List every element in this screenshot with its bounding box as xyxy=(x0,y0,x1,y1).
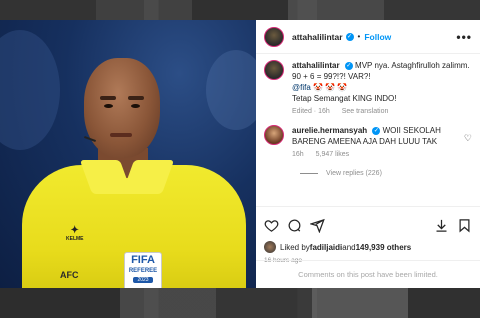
more-options-icon[interactable]: ••• xyxy=(456,30,472,44)
author-avatar[interactable] xyxy=(264,26,284,47)
caption-line-2[interactable]: @fifa 🤡 🤡 🤡 xyxy=(292,83,347,92)
separator-dot: • xyxy=(357,32,361,41)
brand-icon: ✦ xyxy=(70,225,79,236)
background-top-strip xyxy=(0,0,480,20)
caption-edited-time: Edited · 16h xyxy=(292,108,330,115)
post-image[interactable]: ✦ KELME AFC FIFA REFEREE 2023 xyxy=(0,20,256,288)
replies-divider xyxy=(300,173,318,174)
liked-by-count[interactable]: 149,939 others xyxy=(356,243,412,252)
mouth xyxy=(110,133,132,137)
liked-by-row: Liked by fadiljaidi and 149,939 others xyxy=(264,241,472,253)
caption-meta: Edited · 16h See translation xyxy=(292,108,472,115)
verified-icon: ✓ xyxy=(372,126,381,135)
eyebrow xyxy=(100,96,116,100)
comment-meta: 16h 5,947 likes xyxy=(292,151,460,158)
commenter-username[interactable]: aurelie.hermansyah xyxy=(292,126,367,135)
comments-section[interactable]: attahalilintar ✓ MVP nya. Astaghfirulloh… xyxy=(256,54,480,206)
badge-subtitle: REFEREE xyxy=(128,268,158,274)
eyebrow xyxy=(128,96,144,100)
download-icon[interactable] xyxy=(434,218,449,233)
action-icons xyxy=(264,217,472,233)
badge-title: FIFA xyxy=(131,254,155,266)
action-icons-right xyxy=(434,218,472,233)
comment-time: 16h xyxy=(292,151,304,158)
caption: attahalilintar ✓ MVP nya. Astaghfirulloh… xyxy=(264,60,472,115)
comment-item: aurelie.hermansyah ✓ WOII SEKOLAH BARENG… xyxy=(264,125,472,158)
view-replies-button[interactable]: View replies (226) xyxy=(300,170,472,177)
liked-by-prefix: Liked by xyxy=(280,242,310,252)
background-bottom-strip xyxy=(0,288,480,318)
follow-button[interactable]: Follow xyxy=(364,32,391,42)
caption-username[interactable]: attahalilintar xyxy=(292,61,340,70)
comment-likes[interactable]: 5,947 likes xyxy=(316,151,349,158)
verified-icon: ✓ xyxy=(344,61,353,70)
caption-line-3: Tetap Semangat KING INDO! xyxy=(292,94,397,103)
like-heart-icon[interactable] xyxy=(264,218,279,233)
caption-text: attahalilintar ✓ MVP nya. Astaghfirulloh… xyxy=(292,60,472,104)
commenter-avatar[interactable] xyxy=(264,125,284,145)
comment-bubble-icon[interactable] xyxy=(287,218,302,233)
fifa-referee-badge: FIFA REFEREE 2023 xyxy=(124,252,162,288)
post-modal: ✦ KELME AFC FIFA REFEREE 2023 attahalili… xyxy=(0,20,480,288)
view-replies-label: View replies (226) xyxy=(326,170,382,177)
background-blur xyxy=(0,30,60,150)
shirt-brand-logo: ✦ KELME xyxy=(66,225,84,242)
liker-avatar[interactable] xyxy=(264,241,276,253)
post-header: attahalilintar ✓ • Follow ••• xyxy=(256,20,480,54)
brand-label: KELME xyxy=(66,236,84,242)
comment-like-heart-icon[interactable]: ♡ xyxy=(464,133,472,158)
comments-limited-notice: Comments on this post have been limited. xyxy=(256,260,480,288)
verified-icon: ✓ xyxy=(345,32,354,41)
badge-year: 2023 xyxy=(133,277,153,283)
eye xyxy=(131,104,140,108)
post-details-panel: attahalilintar ✓ • Follow ••• attahalili… xyxy=(256,20,480,288)
author-avatar[interactable] xyxy=(264,60,284,80)
comment-text: aurelie.hermansyah ✓ WOII SEKOLAH BARENG… xyxy=(292,125,460,147)
see-translation-link[interactable]: See translation xyxy=(342,108,389,115)
bookmark-icon[interactable] xyxy=(457,218,472,233)
eye xyxy=(104,104,113,108)
liked-by-user[interactable]: fadiljaidi xyxy=(310,243,342,252)
post-actions: Liked by fadiljaidi and 149,939 others 1… xyxy=(256,206,480,264)
author-username[interactable]: attahalilintar xyxy=(292,32,343,42)
liked-by-mid: and xyxy=(342,242,356,252)
referee-head xyxy=(84,58,160,158)
background-blur xyxy=(206,50,256,130)
share-paper-plane-icon[interactable] xyxy=(310,218,325,233)
afc-logo: AFC xyxy=(60,270,79,280)
